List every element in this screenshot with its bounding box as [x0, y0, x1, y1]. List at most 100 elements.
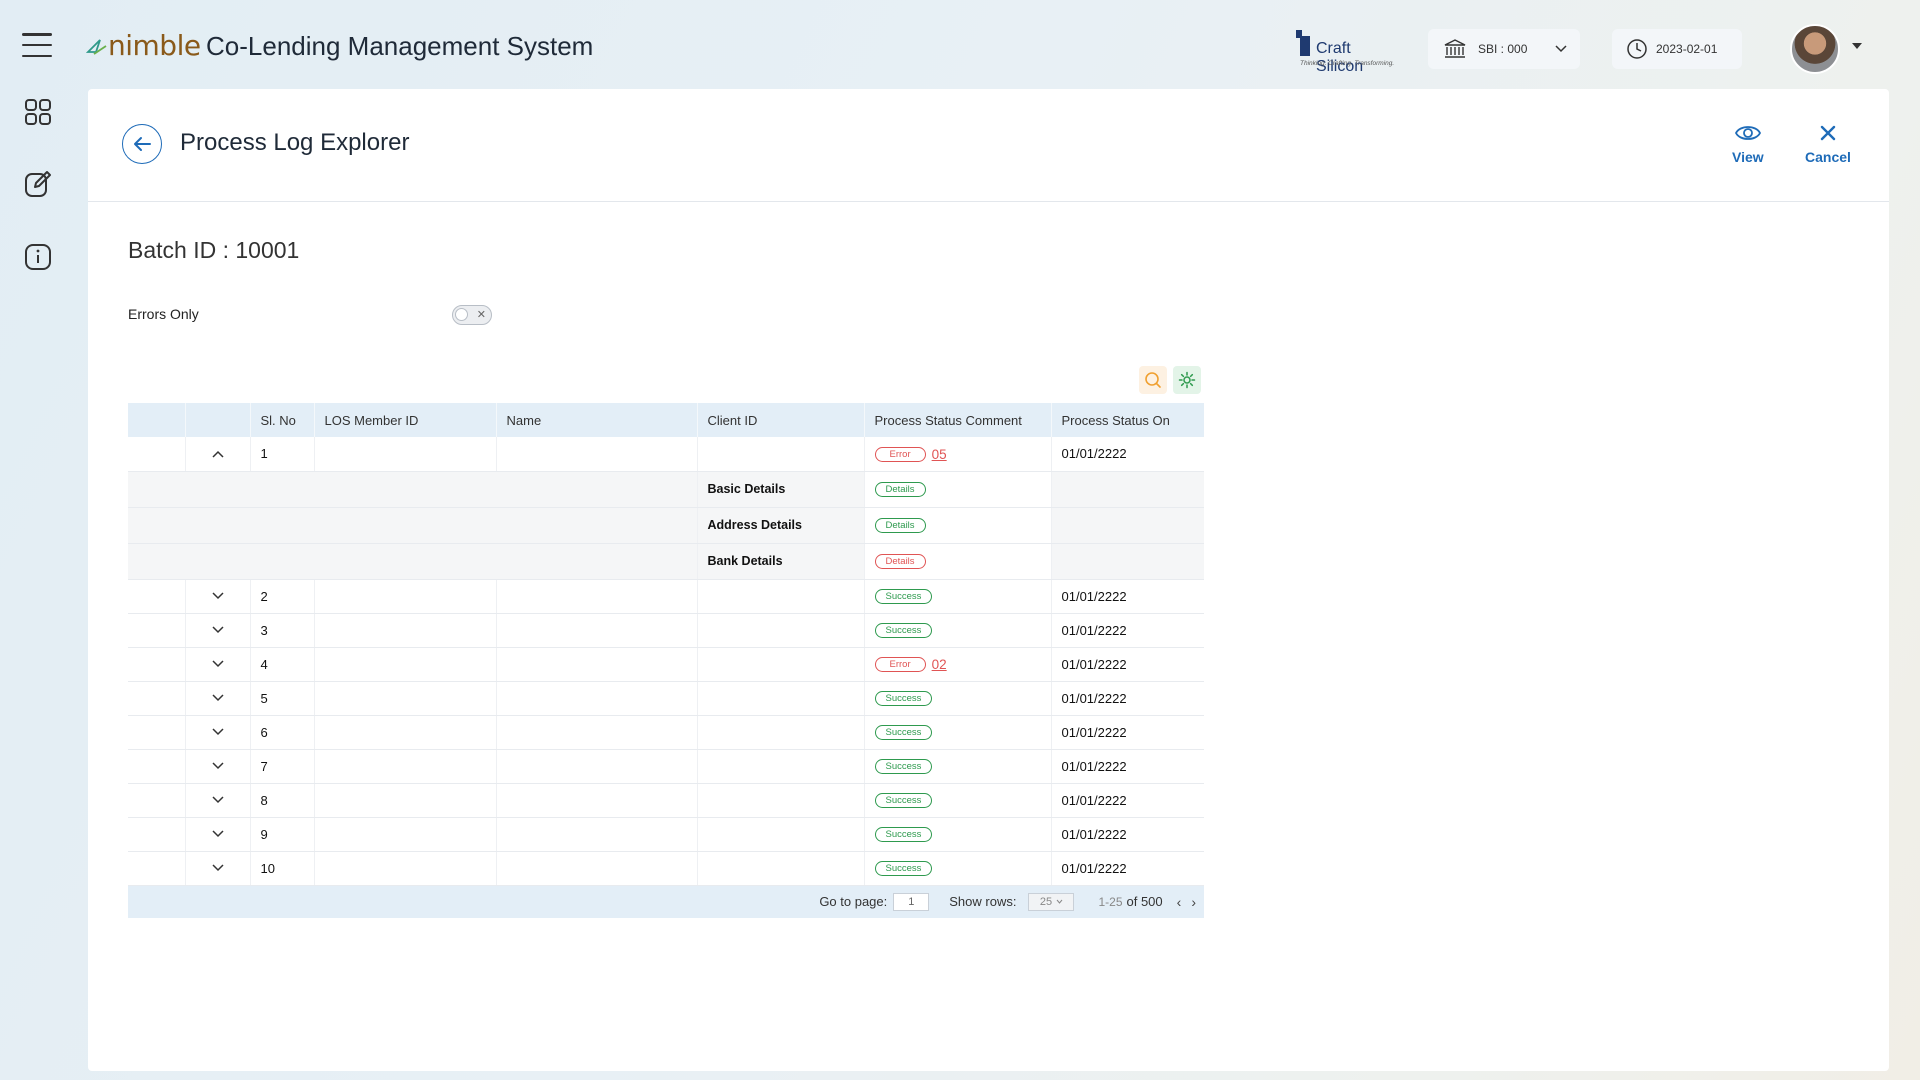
- expand-row-button[interactable]: [184, 715, 250, 750]
- sl-no-cell: 8: [249, 783, 314, 818]
- edit-icon[interactable]: [24, 170, 52, 198]
- expand-row-button[interactable]: [184, 783, 250, 818]
- table-row[interactable]: 4 Error 02 01/01/2222: [128, 647, 1204, 682]
- bank-selector[interactable]: SBI : 000: [1428, 29, 1580, 69]
- sl-no-cell: 5: [249, 681, 314, 716]
- name-cell: [495, 647, 697, 682]
- date-selector[interactable]: 2023-02-01: [1612, 29, 1742, 69]
- sub-row-spacer: [128, 471, 185, 508]
- gear-icon: [1178, 371, 1196, 389]
- process-log-table: Sl. No LOS Member ID Name Client ID Proc…: [128, 403, 1204, 918]
- table-row[interactable]: 5 Success 01/01/2222: [128, 681, 1204, 716]
- row-spacer: [128, 613, 185, 648]
- table-row[interactable]: 3 Success 01/01/2222: [128, 613, 1204, 648]
- expand-row-button[interactable]: [184, 851, 250, 886]
- success-badge: Success: [874, 827, 933, 843]
- status-cell: Success: [863, 613, 1051, 648]
- date-label: 2023-02-01: [1656, 42, 1718, 56]
- los-member-id-cell: [313, 817, 496, 852]
- name-cell: [495, 681, 697, 716]
- search-button[interactable]: [1139, 366, 1167, 394]
- chevron-down-icon: [211, 728, 224, 736]
- error-count-link[interactable]: 05: [932, 447, 947, 462]
- table-row[interactable]: 9 Success 01/01/2222: [128, 817, 1204, 852]
- column-header: [128, 403, 185, 437]
- status-date-cell: 01/01/2222: [1050, 437, 1204, 472]
- column-header-client-id[interactable]: Client ID: [696, 403, 864, 437]
- arrow-left-icon: [134, 137, 151, 151]
- table-row[interactable]: 7 Success 01/01/2222: [128, 749, 1204, 784]
- sub-row-spacer: [250, 543, 314, 580]
- expand-row-button[interactable]: [184, 817, 250, 852]
- name-cell: [495, 749, 697, 784]
- success-badge: Success: [874, 793, 933, 809]
- sl-no-cell: 10: [249, 851, 314, 886]
- expand-row-button[interactable]: [184, 681, 250, 716]
- collapse-row-button[interactable]: [184, 437, 250, 472]
- success-badge: Success: [874, 759, 933, 775]
- menu-toggle-icon[interactable]: [22, 33, 52, 57]
- sub-row-spacer: [314, 507, 496, 544]
- table-row[interactable]: 2 Success 01/01/2222: [128, 579, 1204, 614]
- row-spacer: [128, 851, 185, 886]
- row-spacer: [128, 579, 185, 614]
- settings-button[interactable]: [1173, 366, 1201, 394]
- expand-row-button[interactable]: [184, 579, 250, 614]
- back-button[interactable]: [122, 124, 162, 164]
- prev-page-button[interactable]: ‹: [1177, 894, 1182, 910]
- table-row[interactable]: 6 Success 01/01/2222: [128, 715, 1204, 750]
- expand-row-button[interactable]: [184, 647, 250, 682]
- status-cell: Error 02: [863, 647, 1051, 682]
- dashboard-grid-icon[interactable]: [24, 98, 52, 126]
- cancel-button[interactable]: Cancel: [1805, 123, 1851, 165]
- sub-row-label: Basic Details: [696, 471, 864, 508]
- status-cell: Success: [863, 783, 1051, 818]
- sub-row-status-cell: Details: [863, 471, 1051, 508]
- chevron-down-icon: [211, 864, 224, 872]
- view-button[interactable]: View: [1732, 123, 1764, 165]
- details-badge[interactable]: Details: [874, 554, 926, 570]
- status-date-cell: 01/01/2222: [1050, 647, 1204, 682]
- row-spacer: [128, 715, 185, 750]
- errors-only-label: Errors Only: [128, 306, 199, 322]
- table-row[interactable]: 10 Success 01/01/2222: [128, 851, 1204, 886]
- sl-no-cell: 6: [249, 715, 314, 750]
- expand-row-button[interactable]: [184, 613, 250, 648]
- name-cell: [495, 613, 697, 648]
- client-id-cell: [696, 817, 864, 852]
- error-count-link[interactable]: 02: [932, 657, 947, 672]
- cancel-label: Cancel: [1805, 149, 1851, 165]
- table-row[interactable]: 1 Error 05 01/01/2222: [128, 437, 1204, 472]
- status-date-cell: 01/01/2222: [1050, 579, 1204, 614]
- table-row[interactable]: 8 Success 01/01/2222: [128, 783, 1204, 818]
- nimble-logo: nimble: [86, 28, 201, 60]
- errors-only-toggle[interactable]: ✕: [452, 305, 492, 325]
- status-date-cell: 01/01/2222: [1050, 715, 1204, 750]
- details-badge[interactable]: Details: [874, 482, 926, 498]
- caret-down-icon[interactable]: [1852, 43, 1862, 49]
- sub-row-spacer: [185, 471, 250, 508]
- column-header-process-status-comment[interactable]: Process Status Comment: [863, 403, 1051, 437]
- nimble-logo-mark-icon: [86, 39, 107, 55]
- expand-row-button[interactable]: [184, 749, 250, 784]
- next-page-button[interactable]: ›: [1191, 894, 1196, 910]
- column-header-sl-no[interactable]: Sl. No: [249, 403, 314, 437]
- column-header-name[interactable]: Name: [495, 403, 697, 437]
- detail-sub-row: Address Details Details: [128, 507, 1204, 544]
- info-icon[interactable]: [24, 243, 52, 271]
- sub-row-spacer: [1050, 507, 1204, 544]
- details-badge[interactable]: Details: [874, 518, 926, 534]
- view-label: View: [1732, 149, 1764, 165]
- sl-no-cell: 3: [249, 613, 314, 648]
- column-header-process-status-on[interactable]: Process Status On: [1050, 403, 1204, 437]
- sl-no-cell: 1: [249, 437, 314, 472]
- column-header-los-member-id[interactable]: LOS Member ID: [313, 403, 496, 437]
- sub-row-spacer: [496, 543, 697, 580]
- chevron-down-icon: [211, 830, 224, 838]
- user-avatar[interactable]: [1790, 24, 1840, 74]
- goto-page-input[interactable]: 1: [893, 892, 930, 911]
- rows-per-page-select[interactable]: 25: [1028, 892, 1075, 911]
- chevron-down-icon: [211, 762, 224, 770]
- name-cell: [495, 579, 697, 614]
- detail-sub-row: Basic Details Details: [128, 471, 1204, 508]
